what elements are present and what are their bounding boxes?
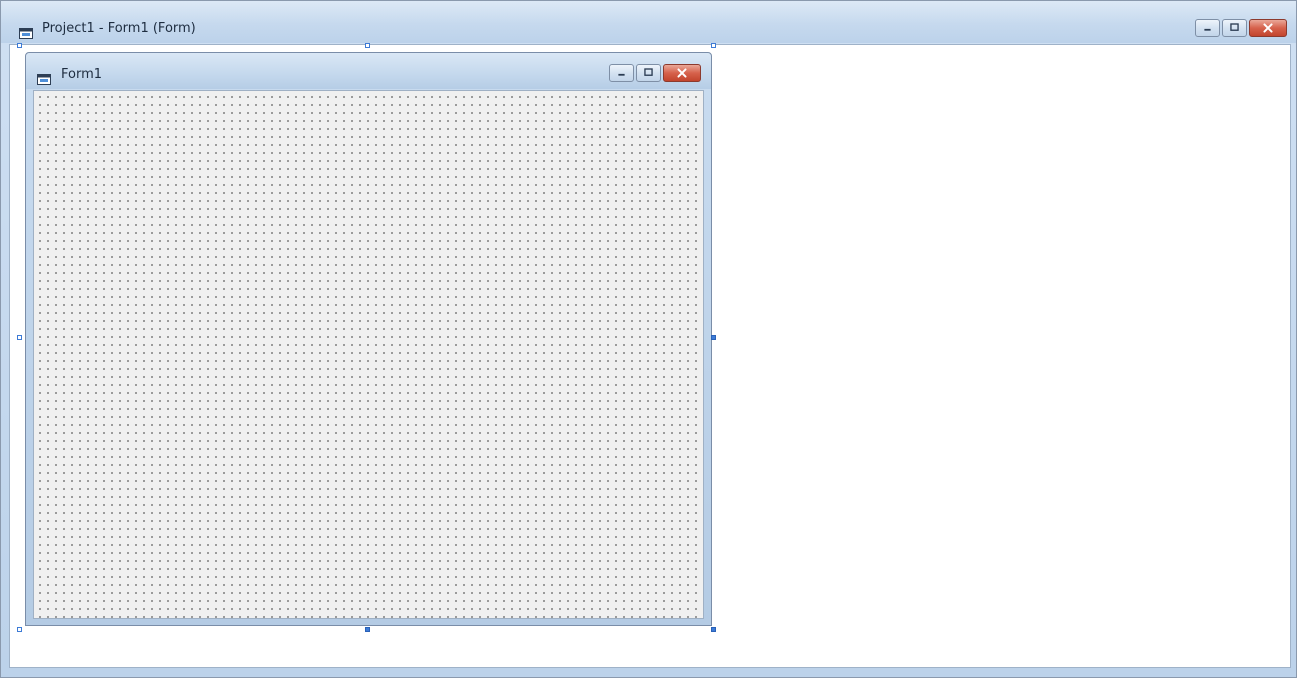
maximize-icon (644, 68, 653, 76)
resize-handle-top-right[interactable] (711, 43, 716, 48)
resize-handle-bottom[interactable] (365, 627, 370, 632)
form-icon (19, 24, 33, 39)
resize-handle-right[interactable] (711, 335, 716, 340)
form-icon (37, 70, 51, 85)
close-icon (677, 68, 687, 78)
resize-handle-bottom-right[interactable] (711, 627, 716, 632)
resize-handle-left[interactable] (17, 335, 22, 340)
form1-caption-buttons (609, 64, 701, 82)
designer-titlebar[interactable]: Project1 - Form1 (Form) (1, 1, 1296, 43)
designer-minimize-button[interactable] (1195, 19, 1220, 37)
designer-close-button[interactable] (1249, 19, 1287, 37)
close-icon (1263, 23, 1273, 33)
minimize-icon (618, 73, 625, 76)
resize-handle-top-left[interactable] (17, 43, 22, 48)
maximize-icon (1230, 23, 1239, 31)
resize-handle-top[interactable] (365, 43, 370, 48)
designer-title: Project1 - Form1 (Form) (42, 21, 196, 36)
minimize-icon (1204, 28, 1211, 31)
form1-titlebar[interactable]: Form1 (26, 53, 711, 89)
designer-maximize-button[interactable] (1222, 19, 1247, 37)
form1-maximize-button[interactable] (636, 64, 661, 82)
form1-design-grid[interactable] (33, 90, 704, 619)
form1-close-button[interactable] (663, 64, 701, 82)
form1-title: Form1 (61, 67, 103, 82)
form1-window[interactable]: Form1 (25, 52, 712, 626)
designer-caption-buttons (1195, 19, 1287, 37)
form1-minimize-button[interactable] (609, 64, 634, 82)
resize-handle-bottom-left[interactable] (17, 627, 22, 632)
